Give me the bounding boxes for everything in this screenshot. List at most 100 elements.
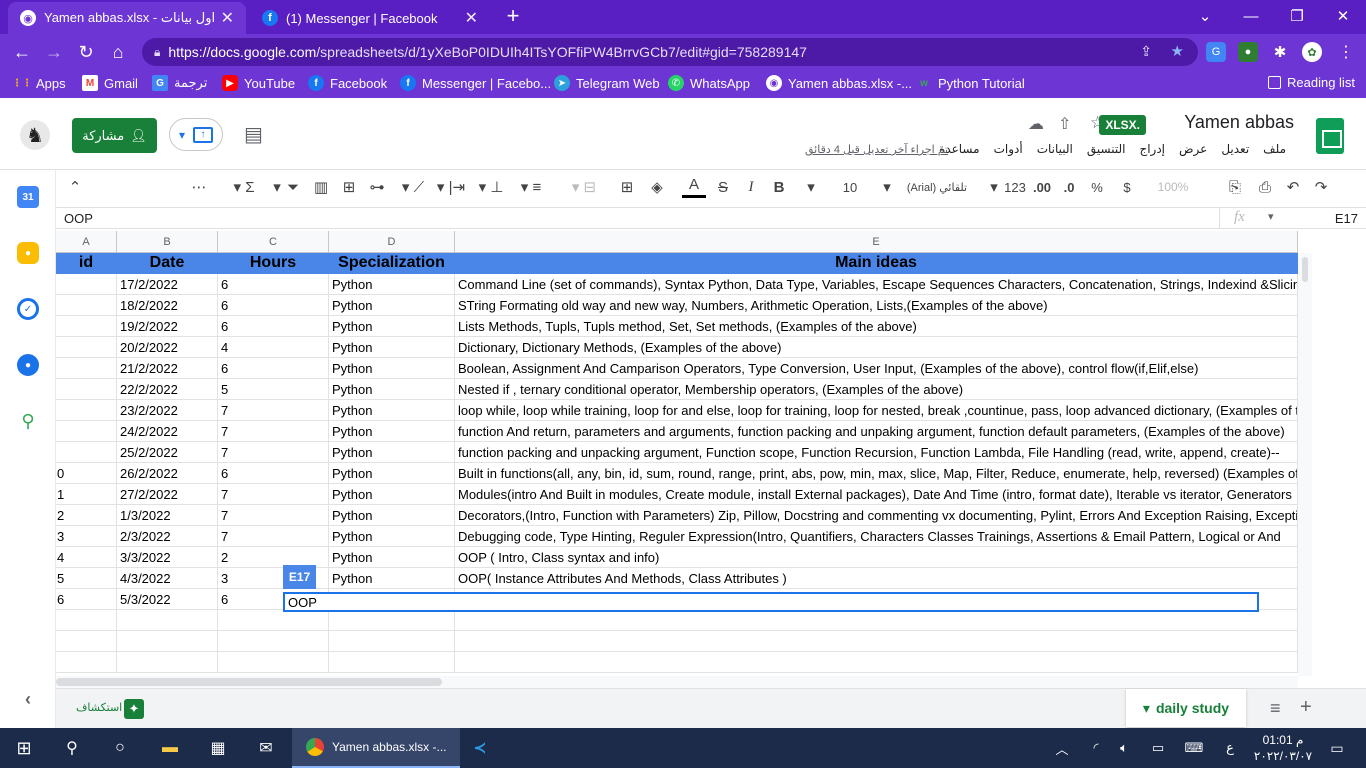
valign-icon[interactable]: ▾ ⊥ [476, 174, 506, 200]
col-header-c[interactable]: C [218, 231, 329, 253]
italic-icon[interactable]: I [740, 174, 762, 200]
cell-date[interactable] [117, 610, 218, 631]
cell-id[interactable]: 5 [56, 568, 117, 589]
cell-id[interactable] [56, 358, 117, 379]
cell-main-ideas[interactable]: OOP( Instance Attributes And Methods, Cl… [455, 568, 1298, 589]
cell-date[interactable]: 19/2/2022 [117, 316, 218, 337]
battery-icon[interactable]: ▭ [1146, 728, 1170, 768]
cell-hours[interactable]: 6 [218, 274, 329, 295]
window-close-button[interactable]: ✕ [1320, 0, 1366, 32]
move-icon[interactable]: ⇧ [1058, 114, 1071, 134]
header-cell[interactable]: Date [117, 253, 218, 274]
bookmark-youtube[interactable]: ▶ YouTube [222, 75, 295, 91]
translate-ext-icon[interactable]: G [1206, 42, 1226, 62]
keep-icon[interactable]: ● [17, 242, 39, 264]
sheets-logo-icon[interactable] [1316, 118, 1344, 154]
scroll-thumb[interactable] [1302, 257, 1308, 282]
chevron-down-icon[interactable]: ▾ [988, 174, 1000, 200]
currency-button[interactable]: $ [1116, 174, 1138, 200]
share-button[interactable]: مشاركة 👤︎ [72, 118, 157, 153]
file-explorer-icon[interactable]: ▬ [146, 728, 194, 768]
header-cell[interactable]: Hours [218, 253, 329, 274]
tray-chevron-icon[interactable]: ︿ [1050, 728, 1074, 768]
cell-date[interactable]: 24/2/2022 [117, 421, 218, 442]
cell-main-ideas[interactable]: Debugging code, Type Hinting, Reguler Ex… [455, 526, 1298, 547]
bookmark-messenger[interactable]: f Messenger | Facebo... [400, 75, 551, 91]
menu-format[interactable]: التنسيق [1087, 142, 1126, 156]
cell-specialization[interactable]: Python [329, 484, 455, 505]
store-icon[interactable]: ▦ [194, 728, 242, 768]
cell-id[interactable] [56, 274, 117, 295]
cell-hours[interactable]: 7 [218, 505, 329, 526]
cell-specialization[interactable]: Python [329, 358, 455, 379]
cell-specialization[interactable]: Python [329, 526, 455, 547]
header-cell[interactable]: Main ideas [455, 253, 1298, 274]
cell-date[interactable]: 4/3/2022 [117, 568, 218, 589]
col-header-a[interactable]: A [56, 231, 117, 253]
cell-date[interactable]: 27/2/2022 [117, 484, 218, 505]
cell-specialization[interactable]: Python [329, 505, 455, 526]
task-view-icon[interactable]: ○ [96, 728, 144, 768]
cell-id[interactable] [56, 631, 117, 652]
cell-hours[interactable]: 7 [218, 484, 329, 505]
cell-specialization[interactable]: Python [329, 316, 455, 337]
menu-file[interactable]: ملف [1263, 142, 1286, 156]
cell-main-ideas[interactable]: STring Formating old way and new way, Nu… [455, 295, 1298, 316]
tab-search-icon[interactable]: ⌄ [1182, 0, 1228, 32]
number-format-button[interactable]: 123 [1000, 174, 1030, 200]
cell-editor-input[interactable]: OOP [283, 592, 1259, 612]
menu-data[interactable]: البيانات [1037, 142, 1073, 156]
more-icon[interactable]: ⋯ [188, 174, 210, 200]
horizontal-scrollbar[interactable] [56, 676, 1298, 688]
cell-id[interactable] [56, 337, 117, 358]
percent-button[interactable]: % [1086, 174, 1108, 200]
back-icon[interactable]: ← [8, 38, 36, 66]
cell-date[interactable]: 17/2/2022 [117, 274, 218, 295]
cell-hours[interactable]: 7 [218, 442, 329, 463]
cell-specialization[interactable]: Python [329, 421, 455, 442]
cell-hours[interactable]: 7 [218, 526, 329, 547]
menu-insert[interactable]: إدراج [1139, 142, 1165, 156]
collapse-menus-icon[interactable]: ⌃ [64, 174, 86, 200]
doc-title[interactable]: Yamen abbas [1184, 112, 1294, 133]
cell-specialization[interactable]: Python [329, 442, 455, 463]
cell-date[interactable]: 26/2/2022 [117, 463, 218, 484]
cell-date[interactable]: 2/3/2022 [117, 526, 218, 547]
paint-format-icon[interactable]: ⎘ [1224, 174, 1246, 200]
tab-messenger[interactable]: f (1) Messenger | Facebook ✕ [250, 2, 490, 34]
cell-id[interactable] [56, 610, 117, 631]
cell-main-ideas[interactable]: Modules(intro And Built in modules, Crea… [455, 484, 1298, 505]
cell-main-ideas[interactable]: Dictionary, Dictionary Methods, (Example… [455, 337, 1298, 358]
cell-id[interactable] [56, 400, 117, 421]
minimize-button[interactable]: — [1228, 0, 1274, 32]
explore-label[interactable]: استكشاف [76, 701, 122, 714]
bookmark-apps[interactable]: ⋮⋮ Apps [12, 75, 66, 91]
contacts-icon[interactable]: ● [17, 354, 39, 376]
cell-main-ideas[interactable]: Command Line (set of commands), Syntax P… [455, 274, 1298, 295]
strikethrough-icon[interactable]: S [712, 174, 734, 200]
puzzle-icon[interactable]: ✱ [1270, 42, 1290, 62]
cell-specialization[interactable]: Python [329, 337, 455, 358]
cell-id[interactable]: 0 [56, 463, 117, 484]
cell-id[interactable] [56, 442, 117, 463]
restore-button[interactable]: ❐ [1274, 0, 1320, 32]
wifi-icon[interactable]: ◜ [1084, 728, 1108, 768]
chevron-down-icon[interactable]: ▾ [876, 174, 898, 200]
undo-icon[interactable]: ↶ [1282, 174, 1304, 200]
col-header-d[interactable]: D [329, 231, 455, 253]
notifications-icon[interactable]: ▭ [1322, 728, 1352, 768]
header-cell[interactable]: id [56, 253, 117, 274]
home-icon[interactable]: ⌂ [104, 38, 132, 66]
cell-hours[interactable]: 5 [218, 379, 329, 400]
link-icon[interactable]: ⊶ [366, 174, 388, 200]
explore-icon[interactable]: ✦ [124, 699, 144, 719]
bookmark-translate[interactable]: G ترجمة [152, 75, 207, 91]
cell-main-ideas[interactable] [455, 652, 1298, 673]
menu-tools[interactable]: أدوات [994, 142, 1023, 156]
name-box[interactable]: E17 [1335, 211, 1358, 226]
all-sheets-icon[interactable]: ≡ [1270, 698, 1281, 719]
url-input[interactable]: 🔒︎ https://docs.google.com/spreadsheets/… [142, 38, 1198, 66]
functions-icon[interactable]: ▾ Σ [224, 174, 264, 200]
bookmark-sheet[interactable]: ◉ Yamen abbas.xlsx -... [766, 75, 912, 91]
taskbar-chrome-app[interactable]: Yamen abbas.xlsx -... [292, 728, 460, 768]
